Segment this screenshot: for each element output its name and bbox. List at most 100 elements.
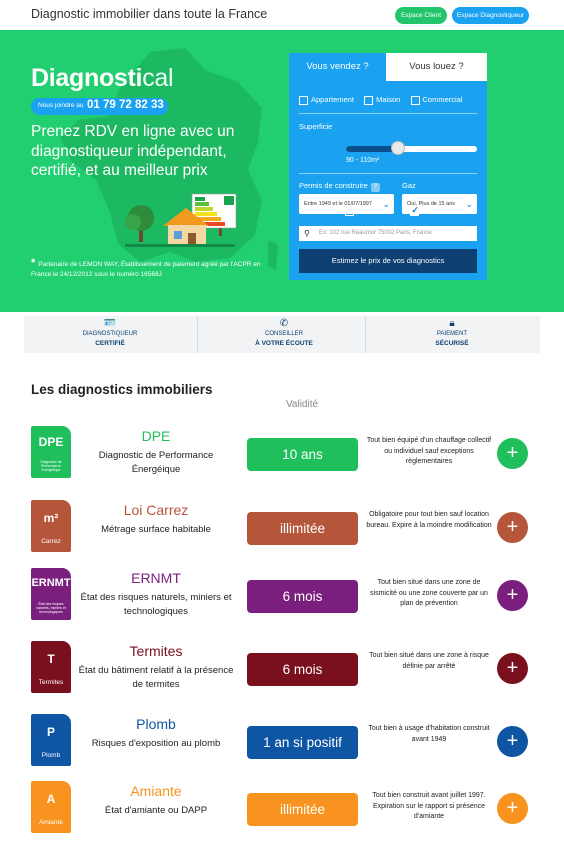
commercial-label: Commercial	[422, 95, 463, 104]
commercial-checkbox[interactable]	[410, 95, 420, 105]
help-icon[interactable]: ?	[370, 183, 380, 192]
badge-line2: CERTIFIÉ	[95, 340, 125, 347]
brand-logo: Diagnostical	[31, 64, 174, 92]
permit-label: Permis de construire?	[299, 181, 380, 192]
document-abbrev: m²	[43, 511, 59, 525]
document-icon: DPE Diagnostic de Performance Energétique	[31, 426, 71, 478]
diagnostic-row: DPE Diagnostic de Performance Energétique…	[0, 426, 564, 486]
document-icon: P Plomb	[31, 714, 71, 766]
lock-icon: 🔒︎	[449, 318, 455, 329]
electricity-row: Electricité - de 15 ans + de 15 ans	[299, 205, 462, 216]
surface-slider-handle[interactable]	[391, 141, 406, 155]
diagnostic-name: Loi Carrez	[123, 502, 189, 518]
surface-value: 90 - 110m²	[346, 157, 380, 164]
trust-badges: 🪪 DIAGNOSTIQUEUR CERTIFIÉ ✆ CONSEILLER À…	[24, 316, 540, 353]
diagnostic-info: Obligatoire pour tout bien sauf location…	[366, 511, 492, 529]
plus-icon[interactable]: +	[497, 512, 528, 543]
document-icon: A Amiante	[31, 781, 71, 833]
gas-label: Gaz	[402, 181, 416, 190]
apartment-checkbox[interactable]	[299, 95, 308, 105]
badge-line1: CONSEILLER	[264, 331, 303, 337]
phone-number[interactable]: 01 79 72 82 33	[87, 99, 164, 111]
validity-header: Validité	[286, 399, 319, 410]
document-abbrev: T	[47, 652, 55, 666]
diagnostic-row: A Amiante Amiante État d'amiante ou DAPP ill…	[0, 781, 564, 841]
document-caption: Amiante	[39, 819, 63, 826]
electricity-under-label: - de 15 ans	[356, 206, 395, 215]
document-icon: m² Carrez	[31, 500, 71, 552]
document-caption: Carrez	[41, 538, 61, 545]
site-title: Diagnostic immobilier dans toute la Fran…	[31, 7, 268, 21]
map-pin-icon: ⚲	[304, 229, 310, 238]
diagnostic-row: ERNMT État des risques naturels, miniers …	[0, 568, 564, 628]
diagnostic-description: État des risques naturels, miniers et te…	[80, 592, 232, 617]
diagnostic-info: Tout bien construit avant juillet 1997. …	[372, 792, 486, 820]
document-caption: Diagnostic de Performance Energétique	[40, 460, 62, 472]
top-bar: Diagnostic immobilier dans toute la Fran…	[0, 0, 564, 30]
form-divider	[299, 113, 477, 114]
id-card-icon: 🪪	[103, 318, 117, 329]
diagnostic-info: Tout bien équipé d'un chauffage collecti…	[366, 437, 492, 465]
surface-slider[interactable]	[346, 141, 477, 155]
quote-form: Vous vendez ? Vous louez ? Appartement M…	[289, 53, 487, 280]
plus-icon[interactable]: +	[497, 438, 528, 469]
diagnostic-description: État du bâtiment relatif à la présence d…	[78, 665, 234, 690]
electricity-label: Electricité	[299, 206, 332, 215]
document-caption: Plomb	[41, 752, 61, 759]
plus-icon[interactable]: +	[497, 653, 528, 684]
validity-badge: 1 an si positif	[247, 726, 358, 759]
electricity-over-label: + de 15 ans	[422, 206, 462, 215]
client-area-button[interactable]: Espace Client	[395, 7, 447, 24]
diagnostic-name: DPE	[141, 428, 171, 444]
hero-tagline: Prenez RDV en ligne avec un diagnostique…	[31, 123, 235, 179]
document-caption: Termites	[38, 679, 64, 686]
badge-line1: PAIEMENT	[436, 331, 468, 337]
badge-secure: 🔒︎ PAIEMENT SÉCURISÉ	[366, 316, 538, 353]
address-input[interactable]: ⚲ Ex: 102 rue Réaumur 75002 Paris, France	[299, 226, 477, 241]
house-checkbox[interactable]	[364, 95, 374, 105]
diagnostic-description: Risques d'exposition au plomb	[91, 738, 221, 749]
diagnostic-row: T Termites Termites État du bâtiment relati…	[0, 641, 564, 701]
property-type-row: Appartement Maison Commercial	[299, 95, 463, 105]
diagnostic-name: ERNMT	[131, 570, 181, 586]
diagnostic-name: Amiante	[130, 783, 182, 799]
validity-badge: illimitée	[247, 793, 358, 826]
diagnostic-description: État d'amiante ou DAPP	[104, 805, 208, 816]
tab-rent[interactable]: Vous louez ?	[386, 53, 487, 81]
diagnostic-description: Métrage surface habitable	[101, 524, 211, 535]
badge-line2: SÉCURISÉ	[435, 340, 469, 347]
electricity-over-15-checkbox[interactable]	[410, 205, 420, 216]
plus-icon[interactable]: +	[497, 793, 528, 824]
document-abbrev: A	[46, 792, 56, 806]
diagnostician-area-button[interactable]: Espace Diagnostiqueur	[452, 7, 529, 24]
surface-label: Superficie	[299, 122, 333, 131]
validity-badge: 10 ans	[247, 438, 358, 471]
document-abbrev: P	[46, 725, 55, 739]
badge-advisor: ✆ CONSEILLER À VOTRE ÉCOUTE	[198, 316, 370, 353]
electricity-under-15-checkbox[interactable]	[344, 206, 354, 216]
document-abbrev: ERNMT	[31, 577, 71, 589]
plus-icon[interactable]: +	[497, 726, 528, 757]
apartment-label: Appartement	[311, 95, 354, 104]
house-label: Maison	[376, 95, 401, 104]
phone-contact[interactable]: Nous joindre au 01 79 72 82 33	[31, 98, 168, 115]
diagnostic-info: Tout bien situé dans une zone à risque d…	[369, 652, 489, 670]
estimate-button[interactable]: Estimez le prix de vos diagnostics	[299, 249, 477, 273]
validity-badge: 6 mois	[247, 580, 358, 613]
plus-icon[interactable]: +	[497, 580, 528, 611]
validity-badge: 6 mois	[247, 653, 358, 686]
diagnostic-info: Tout bien à usage d'habitation construit…	[368, 725, 490, 743]
document-icon: ERNMT État des risques naturels, miniers …	[31, 568, 71, 620]
document-abbrev: DPE	[38, 435, 64, 449]
form-divider	[299, 173, 477, 174]
tab-sell[interactable]: Vous vendez ?	[289, 53, 386, 81]
diagnostic-info: Tout bien situé dans une zone de sismici…	[370, 579, 488, 607]
partner-note: * Partenaire de LEMON WAY, Établissement …	[31, 257, 261, 279]
chevron-down-icon: ⌄	[465, 199, 473, 209]
document-icon: T Termites	[31, 641, 71, 693]
phone-icon: ✆	[279, 318, 289, 329]
diagnostic-name: Termites	[129, 643, 183, 659]
diagnostic-row: P Plomb Plomb Risques d'exposition au plomb…	[0, 714, 564, 774]
hero-section: Diagnostical Nous joindre au 01 79 72 82…	[0, 30, 564, 312]
badge-line1: DIAGNOSTIQUEUR	[82, 331, 138, 337]
